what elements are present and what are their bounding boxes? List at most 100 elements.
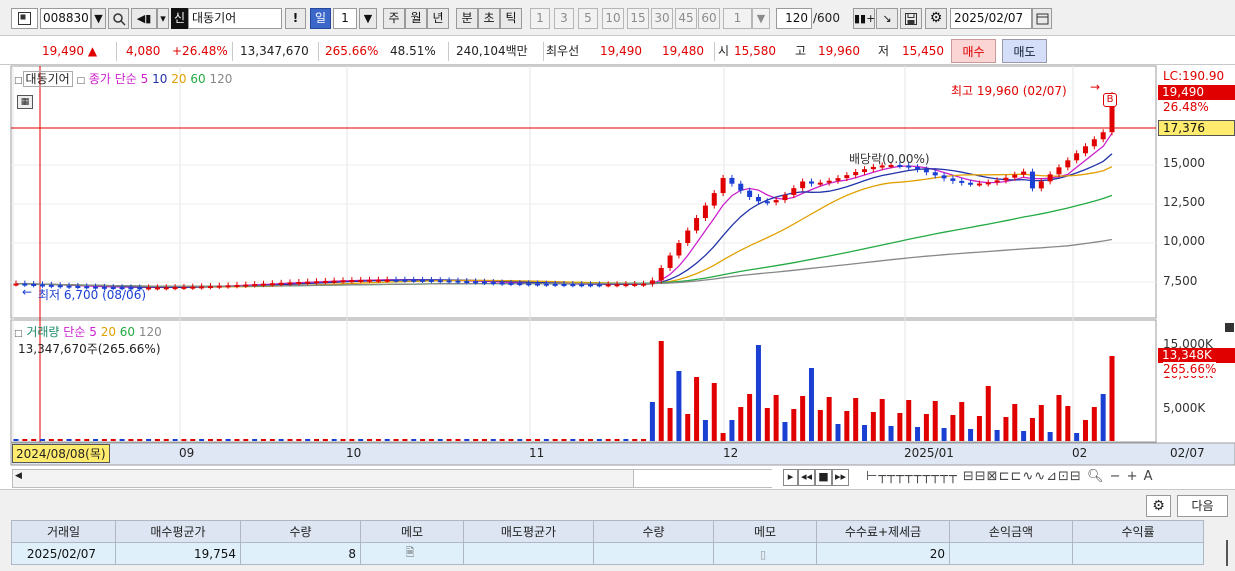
- cell-buy-memo[interactable]: 🗎︎: [360, 542, 464, 565]
- save-icon[interactable]: [900, 8, 922, 29]
- interval-5-button[interactable]: 5: [578, 8, 598, 29]
- nav-next-icon[interactable]: ▸: [783, 469, 798, 486]
- next-button[interactable]: 다음: [1177, 495, 1228, 517]
- count-input[interactable]: 120: [776, 8, 812, 29]
- candle-body: [367, 279, 373, 282]
- cell-sell-avg[interactable]: [463, 542, 594, 565]
- volume-bar: [1012, 404, 1018, 441]
- buy-button[interactable]: 매수: [951, 39, 996, 63]
- drawing-tools[interactable]: ⊢┬┬┬┬┬┬┬┬┬ ⊟⊟⊠⊏⊏∿∿⊿⊡⊟ 🔍︎ − + A: [866, 469, 1154, 484]
- memo-edit-icon[interactable]: 🗎︎: [406, 546, 415, 559]
- scroll-thumb[interactable]: [633, 470, 773, 487]
- period-week-button[interactable]: 주: [383, 8, 405, 29]
- interval-15-button[interactable]: 15: [627, 8, 649, 29]
- volume-bar: [181, 439, 187, 441]
- candle-body: [588, 284, 594, 287]
- chart-horizontal-scrollbar[interactable]: ◀: [12, 469, 773, 488]
- volume-ratio: 265.66%: [325, 44, 379, 58]
- volume-bar: [1109, 356, 1115, 441]
- candle-body: [1065, 160, 1071, 168]
- interval-10-button[interactable]: 10: [602, 8, 624, 29]
- history-dropdown-icon[interactable]: ▾: [157, 8, 169, 29]
- cell-pnl[interactable]: [949, 542, 1073, 565]
- candle-body: [322, 280, 328, 283]
- search-icon[interactable]: [108, 8, 129, 29]
- vol-axis-pct: 265.66%: [1163, 362, 1217, 376]
- interval-30-button[interactable]: 30: [651, 8, 673, 29]
- settings-gear-icon[interactable]: ⚙: [925, 8, 947, 29]
- nav-rewind-icon[interactable]: ◂◂: [798, 469, 815, 486]
- nav-forward-icon[interactable]: ▸▸: [832, 469, 849, 486]
- period-month-button[interactable]: 월: [405, 8, 427, 29]
- interval-45-button[interactable]: 45: [675, 8, 697, 29]
- stock-code-input[interactable]: 008830: [40, 8, 91, 29]
- candle-body: [702, 205, 708, 219]
- trade-settings-gear-icon[interactable]: ⚙: [1146, 495, 1171, 517]
- cell-buy-avg[interactable]: 19,754: [115, 542, 241, 565]
- scroll-left-icon[interactable]: ◀: [15, 471, 22, 481]
- volume-bar: [941, 428, 947, 441]
- low-label: 저: [878, 44, 890, 58]
- interval-dropdown-icon[interactable]: ▼: [752, 8, 770, 29]
- volume-bar: [243, 439, 249, 441]
- alert-icon[interactable]: !: [285, 8, 306, 29]
- volume-bar: [508, 439, 514, 441]
- trade-panel: ⚙ 다음 거래일 매수평균가 수량 메모 매도평균가 수량 메모 수수료+제세금…: [0, 489, 1235, 571]
- candle-body: [543, 283, 549, 286]
- period-minute-button[interactable]: 분: [456, 8, 478, 29]
- layout-icon[interactable]: [11, 8, 38, 29]
- code-dropdown-chevron-icon[interactable]: ▼: [91, 8, 106, 29]
- period-day-button[interactable]: 일: [310, 8, 331, 29]
- date-input[interactable]: 2025/02/07: [950, 8, 1032, 29]
- sell-button[interactable]: 매도: [1002, 39, 1047, 63]
- volume-bar: [499, 439, 505, 441]
- history-back-icon[interactable]: ◀▮: [131, 8, 157, 29]
- period-num-dropdown-icon[interactable]: ▼: [359, 8, 377, 29]
- period-year-button[interactable]: 년: [427, 8, 449, 29]
- zoom-in-tool-icon[interactable]: ▮▮+: [853, 8, 875, 29]
- calendar-icon[interactable]: [1032, 8, 1052, 29]
- cell-return[interactable]: [1072, 542, 1204, 565]
- period-num-input[interactable]: 1: [333, 8, 357, 29]
- cell-buy-qty[interactable]: 8: [240, 542, 361, 565]
- memo-blank-icon[interactable]: ▯: [760, 548, 766, 561]
- cell-sell-qty[interactable]: [593, 542, 714, 565]
- interval-60-button[interactable]: 60: [698, 8, 720, 29]
- table-row[interactable]: 2025/02/07 19,754 8 🗎︎ ▯ 20: [11, 542, 1204, 565]
- volume-bar: [517, 439, 523, 441]
- volume-bar: [128, 439, 134, 441]
- table-view-icon[interactable]: ▦: [17, 95, 33, 109]
- interval-3-button[interactable]: 3: [554, 8, 574, 29]
- credit-badge: 신: [171, 8, 188, 29]
- volume-bar: [154, 439, 160, 441]
- volume-bar: [782, 422, 788, 441]
- table-scrollbar[interactable]: [1226, 540, 1228, 566]
- candle-body: [676, 243, 682, 256]
- candle-body: [340, 280, 346, 283]
- candle-body: [853, 172, 859, 176]
- legend-vol-ma120: 120: [138, 325, 162, 339]
- volume-bar: [720, 433, 726, 441]
- candle-body: [641, 283, 647, 286]
- volume-bar: [579, 439, 585, 441]
- period-second-button[interactable]: 초: [478, 8, 500, 29]
- candle-body: [870, 166, 876, 170]
- interval-input[interactable]: 1: [723, 8, 752, 29]
- period-tick-button[interactable]: 틱: [500, 8, 522, 29]
- candle-body: [605, 284, 611, 287]
- cell-fee-tax[interactable]: 20: [816, 542, 950, 565]
- candle-body: [632, 283, 638, 286]
- nav-stop-icon[interactable]: ■: [815, 469, 832, 486]
- interval-1-button[interactable]: 1: [530, 8, 550, 29]
- zoom-out-tool-icon[interactable]: ↘: [876, 8, 898, 29]
- volume-bar: [490, 439, 496, 441]
- volume-bar: [702, 420, 708, 441]
- legend-ma60: 60: [190, 72, 206, 86]
- candle-body: [181, 286, 187, 289]
- cell-sell-memo[interactable]: ▯: [713, 542, 817, 565]
- cell-trade-date[interactable]: 2025/02/07: [11, 542, 116, 565]
- pane-close-icon[interactable]: [1225, 323, 1234, 332]
- stock-name-field[interactable]: 대동기어: [188, 8, 282, 29]
- chart-canvas[interactable]: [0, 65, 1235, 485]
- volume-current: 13,347,670주(265.66%): [18, 342, 161, 356]
